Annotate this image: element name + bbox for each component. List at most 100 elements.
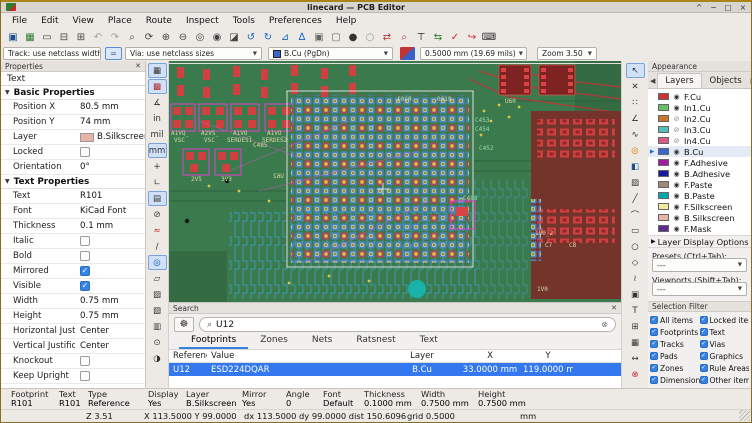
- add-table-icon[interactable]: ▦: [626, 335, 645, 350]
- add-image-icon[interactable]: ▣: [626, 287, 645, 302]
- title-bar[interactable]: linecard — PCB Editor ^−□×: [1, 2, 751, 13]
- print-icon[interactable]: ⊟: [56, 30, 72, 45]
- search-settings-button[interactable]: ☸: [174, 317, 194, 332]
- mirror-icon[interactable]: ∆: [294, 30, 310, 45]
- layer-visibility-eye-icon[interactable]: [672, 126, 681, 134]
- layer-row[interactable]: ▶ B.Silkscreen: [648, 212, 751, 223]
- layer-color-swatch[interactable]: [658, 170, 669, 177]
- layer-row[interactable]: ▶ F.Silkscreen: [648, 201, 751, 212]
- property-value[interactable]: [75, 354, 145, 368]
- grid-size-dropdown[interactable]: 0.5000 mm (19.69 mils)▼: [420, 47, 527, 60]
- zoom-selection-icon[interactable]: ◪: [226, 30, 242, 45]
- grid-visibility-icon[interactable]: ▦: [148, 63, 167, 78]
- inactive-layer-dim-icon[interactable]: ⊙: [148, 335, 167, 350]
- layer-row[interactable]: ▶ F.Adhesive: [648, 157, 751, 168]
- property-value[interactable]: 80.5 mm: [75, 100, 145, 114]
- property-value[interactable]: [75, 145, 145, 159]
- checkbox[interactable]: [700, 376, 708, 384]
- checkbox[interactable]: [80, 281, 90, 291]
- section-header-basic-properties[interactable]: ▼Basic Properties: [1, 86, 145, 100]
- redo-icon[interactable]: ↷: [107, 30, 123, 45]
- draw-bezier-icon[interactable]: ≀: [626, 271, 645, 286]
- layer-color-swatch[interactable]: [658, 126, 669, 133]
- property-value[interactable]: Center: [75, 339, 145, 353]
- property-value[interactable]: [75, 234, 145, 248]
- checkbox[interactable]: [80, 147, 90, 157]
- add-zone-icon[interactable]: ▨: [626, 175, 645, 190]
- scripting-console-icon[interactable]: ⌨: [481, 30, 497, 45]
- zoom-fit-icon[interactable]: ◎: [192, 30, 208, 45]
- layer-row[interactable]: ▶ F.Cu: [648, 91, 751, 102]
- undo-icon[interactable]: ↶: [90, 30, 106, 45]
- zoom-in-icon[interactable]: ⊕: [158, 30, 174, 45]
- active-layer-dropdown[interactable]: B.Cu (PgDn)▼: [268, 47, 393, 60]
- tab-layers[interactable]: Layers: [657, 73, 701, 88]
- menu-item[interactable]: Route: [139, 16, 179, 26]
- clear-search-icon[interactable]: ⊗: [601, 320, 608, 329]
- draw-arc-icon[interactable]: ⌒: [626, 207, 645, 222]
- highlight-net-tool-icon[interactable]: ↪: [464, 30, 480, 45]
- property-value[interactable]: [75, 369, 145, 383]
- close-icon[interactable]: ✕: [611, 304, 617, 312]
- layer-color-swatch[interactable]: [658, 159, 669, 166]
- update-footprints-icon[interactable]: ⇆: [430, 30, 446, 45]
- checkbox[interactable]: [80, 371, 90, 381]
- selection-filter-item[interactable]: Zones: [650, 363, 700, 373]
- checkbox[interactable]: [80, 251, 90, 261]
- drc-icon[interactable]: ✓: [447, 30, 463, 45]
- rotate-ccw-icon[interactable]: ↺: [243, 30, 259, 45]
- layer-row[interactable]: ▶ B.Adhesive: [648, 168, 751, 179]
- selection-filter-item[interactable]: Vias: [700, 339, 750, 349]
- menu-item[interactable]: Inspect: [179, 16, 226, 26]
- property-value[interactable]: [75, 249, 145, 263]
- checkbox[interactable]: [650, 340, 658, 348]
- tab-objects[interactable]: Objects: [703, 74, 749, 88]
- auto-track-width-toggle[interactable]: =: [105, 47, 122, 60]
- property-value[interactable]: 0.1 mm: [75, 219, 145, 233]
- track-outline-icon[interactable]: ∕: [148, 239, 167, 254]
- layer-color-swatch[interactable]: [658, 214, 669, 221]
- menu-item[interactable]: View: [66, 16, 101, 26]
- maximize-button[interactable]: □: [725, 3, 732, 12]
- select-tool-icon[interactable]: ↖: [626, 63, 645, 78]
- selection-filter-item[interactable]: Locked items: [700, 315, 750, 325]
- free-angle-icon[interactable]: ∟: [148, 175, 167, 190]
- selection-filter-item[interactable]: Other items: [700, 375, 750, 385]
- checkbox[interactable]: [700, 352, 708, 360]
- zone-fill-icon[interactable]: ▨: [148, 287, 167, 302]
- layer-visibility-eye-icon[interactable]: [672, 148, 681, 156]
- minimize-button[interactable]: −: [710, 3, 716, 12]
- add-text-icon[interactable]: T: [626, 303, 645, 318]
- selection-filter-item[interactable]: Pads: [650, 351, 700, 361]
- flip-board-view-icon[interactable]: ⊿: [277, 30, 293, 45]
- layer-visibility-eye-icon[interactable]: [672, 115, 681, 123]
- add-footprint-icon[interactable]: ◧: [626, 159, 645, 174]
- property-value[interactable]: KiCad Font: [75, 204, 145, 218]
- checkbox[interactable]: [650, 328, 658, 336]
- search-tab[interactable]: Nets: [300, 335, 345, 349]
- menu-item[interactable]: Tools: [226, 16, 262, 26]
- ratsnest-visibility-icon[interactable]: ▤: [148, 191, 167, 206]
- layer-visibility-eye-icon[interactable]: [672, 137, 681, 145]
- selection-filter-item[interactable]: Text: [700, 327, 750, 337]
- layer-visibility-eye-icon[interactable]: [672, 104, 681, 112]
- save-icon[interactable]: ▣: [5, 30, 21, 45]
- refresh-icon[interactable]: ⟳: [141, 30, 157, 45]
- checkbox[interactable]: [650, 352, 658, 360]
- layer-color-swatch[interactable]: [658, 148, 669, 155]
- menu-item[interactable]: Help: [329, 16, 364, 26]
- layer-visibility-eye-icon[interactable]: [672, 225, 681, 233]
- resize-grip[interactable]: [739, 410, 750, 421]
- via-size-dropdown[interactable]: Via: use netclass sizes▼: [125, 47, 262, 60]
- layer-row[interactable]: ▶ In1.Cu: [648, 102, 751, 113]
- route-track-icon[interactable]: ∠: [626, 111, 645, 126]
- layer-color-swatch[interactable]: [658, 115, 669, 122]
- layer-color-swatch[interactable]: [658, 137, 669, 144]
- selection-filter-item[interactable]: Footprints: [650, 327, 700, 337]
- layer-visibility-eye-icon[interactable]: [672, 159, 681, 167]
- delete-tool-icon[interactable]: ⊗: [626, 367, 645, 382]
- zoom-out-icon[interactable]: ⊖: [175, 30, 191, 45]
- checkbox[interactable]: [700, 364, 708, 372]
- layer-color-swatch[interactable]: [658, 192, 669, 199]
- polar-coordinates-icon[interactable]: ∡: [148, 95, 167, 110]
